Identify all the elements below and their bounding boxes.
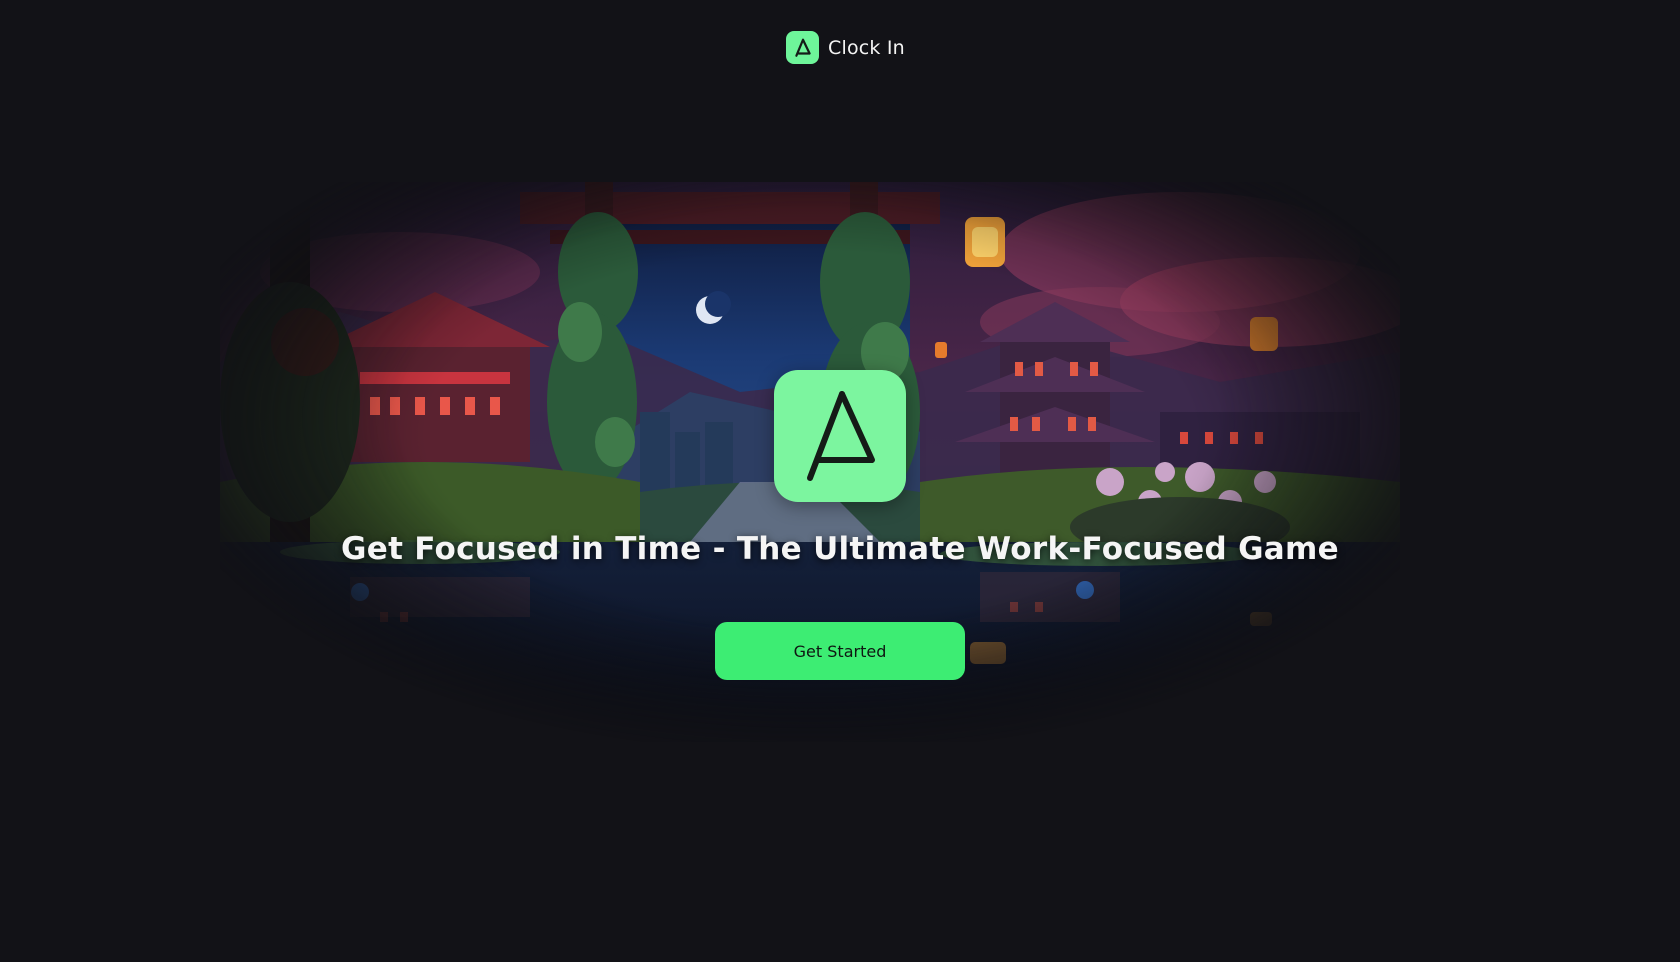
hero-app-logo — [774, 370, 906, 502]
hero-headline: Get Focused in Time - The Ultimate Work-… — [341, 531, 1339, 567]
landing-page: Clock In Get Focused in Time - The Ultim… — [0, 0, 1680, 962]
get-started-button[interactable]: Get Started — [715, 622, 965, 680]
header-brand[interactable]: Clock In — [786, 31, 905, 64]
clock-in-logo-icon — [786, 31, 819, 64]
brand-name: Clock In — [828, 36, 905, 59]
clock-in-logo-icon — [807, 391, 875, 481]
